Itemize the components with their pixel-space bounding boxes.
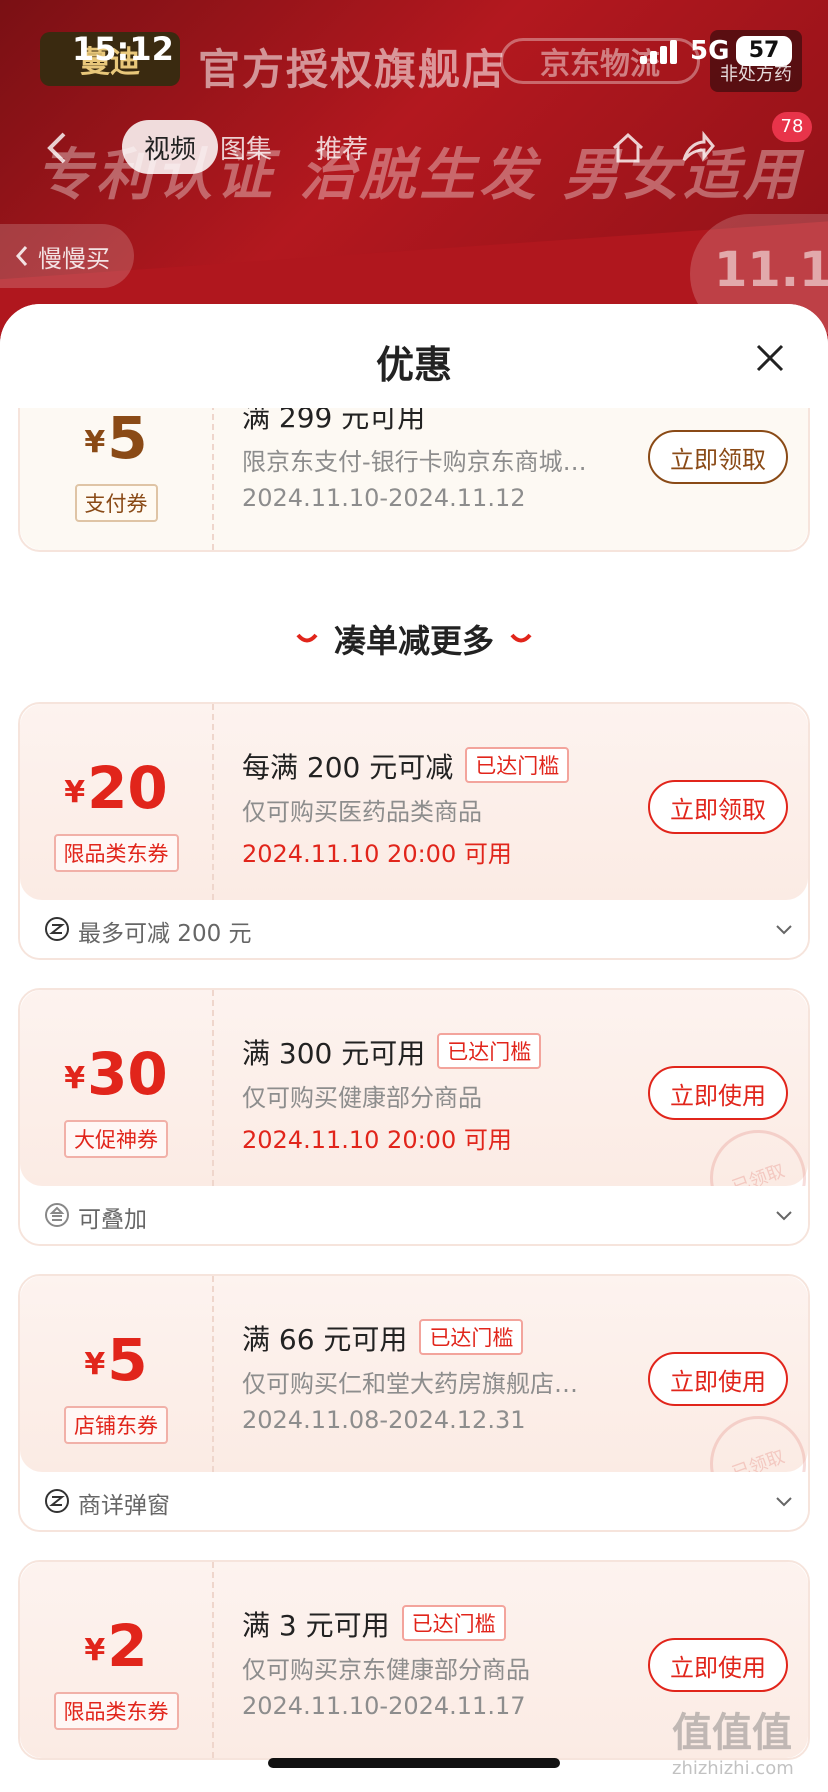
threshold-reached-badge: 已达门槛 xyxy=(465,747,570,783)
info-circle-icon xyxy=(45,917,69,941)
coupon-card-payment: ¥5 支付券 满 299 元可用 限京东支付-银行卡购京东商城… 2024.11… xyxy=(18,408,810,552)
use-button[interactable]: 立即使用 xyxy=(648,1638,788,1692)
coupon-scope: 仅可购买仁和堂大药房旗舰店… xyxy=(242,1370,578,1398)
coupon-validity: 2024.11.10-2024.11.17 xyxy=(242,1692,526,1720)
tab-video[interactable]: 视频 xyxy=(122,120,219,174)
coupon-threshold: 满 300 元可用 已达门槛 xyxy=(242,1032,542,1072)
sheet-header: 优惠 xyxy=(0,304,828,408)
coupon-scope: 限京东支付-银行卡购京东商城… xyxy=(242,448,587,476)
threshold-reached-badge: 已达门槛 xyxy=(437,1033,542,1069)
coupon-footer[interactable]: 商详弹窗 xyxy=(20,1472,808,1530)
threshold-reached-badge: 已达门槛 xyxy=(401,1605,506,1641)
tab-gallery[interactable]: 图集 xyxy=(220,120,272,174)
section-header: 凑单减更多 xyxy=(0,616,828,662)
home-icon[interactable] xyxy=(610,130,646,166)
coupon-footer[interactable]: 可叠加 xyxy=(20,1186,808,1244)
status-bar: 15:12 5G 57 xyxy=(0,0,828,100)
coupon-validity: 2024.11.08-2024.12.31 xyxy=(242,1406,526,1434)
threshold-reached-badge: 已达门槛 xyxy=(419,1319,524,1355)
sheet-title: 优惠 xyxy=(375,343,452,387)
coupon-type-tag: 店铺东券 xyxy=(64,1406,168,1444)
coupon-card: ¥5 店铺东券 满 66 元可用 已达门槛 仅可购买仁和堂大药房旗舰店… 2024… xyxy=(18,1274,810,1532)
site-watermark: 值值值 zhizhizhi.com xyxy=(672,1710,794,1779)
slow-buy-button[interactable]: 慢慢买 xyxy=(0,224,134,288)
coupon-type-tag: 大促神券 xyxy=(64,1120,168,1158)
chevron-down-icon[interactable] xyxy=(774,1206,794,1226)
coupon-footer-text: 商详弹窗 xyxy=(78,1493,170,1519)
coupon-threshold: 满 66 元可用 已达门槛 xyxy=(242,1318,524,1358)
use-button[interactable]: 立即使用 xyxy=(648,1352,788,1406)
coupon-threshold: 每满 200 元可减 已达门槛 xyxy=(242,746,570,786)
chevron-down-icon[interactable] xyxy=(774,1492,794,1512)
coupon-body: ¥20 限品类东券 每满 200 元可减 已达门槛 仅可购买医药品类商品 2024… xyxy=(20,704,808,900)
chevron-left-icon xyxy=(15,246,28,266)
status-time: 15:12 xyxy=(72,30,174,68)
coupon-type-tag: 限品类东券 xyxy=(53,1692,179,1730)
battery-icon: 57 xyxy=(736,36,792,66)
coupon-sheet: 优惠 ¥5 支付券 满 299 元可用 限京东支付-银行卡购京东商城… 2024… xyxy=(0,304,828,1792)
smile-mark-icon xyxy=(510,633,532,643)
coupon-list[interactable]: ¥5 支付券 满 299 元可用 限京东支付-银行卡购京东商城… 2024.11… xyxy=(0,408,828,1792)
coupon-body: ¥30 大促神券 满 300 元可用 已达门槛 仅可购买健康部分商品 2024.1… xyxy=(20,990,808,1240)
coupon-amount: ¥2 xyxy=(84,1612,148,1680)
signal-icon xyxy=(640,40,680,64)
slow-buy-label: 慢慢买 xyxy=(38,244,110,273)
coupon-validity: 2024.11.10 20:00 可用 xyxy=(242,1126,512,1154)
coupon-footer[interactable]: 最多可减 200 元 xyxy=(20,900,808,958)
section-title: 凑单减更多 xyxy=(333,622,494,660)
use-button[interactable]: 立即使用 xyxy=(648,1066,788,1120)
home-indicator[interactable] xyxy=(268,1758,560,1768)
chevron-down-icon[interactable] xyxy=(774,920,794,940)
info-circle-icon xyxy=(45,1489,69,1513)
coupon-type-tag: 支付券 xyxy=(74,484,158,522)
coupon-scope: 仅可购买健康部分商品 xyxy=(242,1084,482,1112)
share-icon[interactable] xyxy=(680,130,716,166)
stack-icon xyxy=(45,1203,69,1227)
product-tabs: 视频 图集 推荐 78 xyxy=(30,112,812,176)
coupon-body: ¥5 支付券 满 299 元可用 限京东支付-银行卡购京东商城… 2024.11… xyxy=(20,408,808,550)
coupon-threshold: 满 299 元可用 xyxy=(242,408,426,434)
cart-count-badge: 78 xyxy=(772,112,812,142)
coupon-scope: 仅可购买医药品类商品 xyxy=(242,798,482,826)
coupon-amount: ¥5 xyxy=(84,408,148,472)
back-arrow-icon[interactable] xyxy=(40,130,76,166)
coupon-card: ¥30 大促神券 满 300 元可用 已达门槛 仅可购买健康部分商品 2024.1… xyxy=(18,988,810,1246)
coupon-card: ¥20 限品类东券 每满 200 元可减 已达门槛 仅可购买医药品类商品 2024… xyxy=(18,702,810,960)
tab-recommend[interactable]: 推荐 xyxy=(316,120,368,174)
coupon-validity: 2024.11.10-2024.11.12 xyxy=(242,484,526,512)
coupon-amount: ¥30 xyxy=(64,1040,168,1108)
coupon-scope: 仅可购买京东健康部分商品 xyxy=(242,1656,530,1684)
claim-button[interactable]: 立即领取 xyxy=(648,430,788,484)
coupon-amount: ¥20 xyxy=(64,754,168,822)
claim-button[interactable]: 立即领取 xyxy=(648,780,788,834)
coupon-footer-text: 可叠加 xyxy=(78,1207,147,1233)
coupon-type-tag: 限品类东券 xyxy=(53,834,179,872)
coupon-threshold: 满 3 元可用 已达门槛 xyxy=(242,1604,506,1644)
coupon-amount: ¥5 xyxy=(84,1326,148,1394)
coupon-validity: 2024.11.10 20:00 可用 xyxy=(242,840,512,868)
coupon-footer-text: 最多可减 200 元 xyxy=(78,921,252,947)
network-label: 5G xyxy=(690,36,730,66)
coupon-body: ¥5 店铺东券 满 66 元可用 已达门槛 仅可购买仁和堂大药房旗舰店… 2024… xyxy=(20,1276,808,1526)
close-icon[interactable] xyxy=(752,340,788,376)
smile-mark-icon xyxy=(296,633,318,643)
